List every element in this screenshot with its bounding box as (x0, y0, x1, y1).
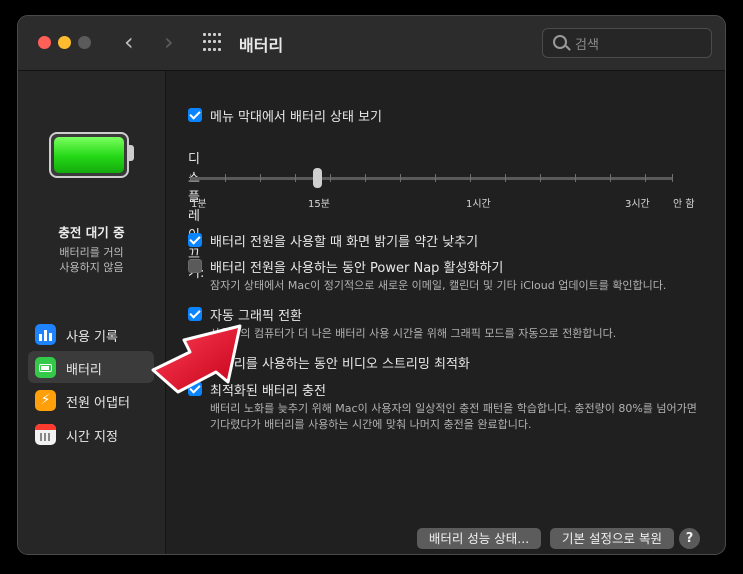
annotation-arrow-icon (151, 324, 242, 394)
